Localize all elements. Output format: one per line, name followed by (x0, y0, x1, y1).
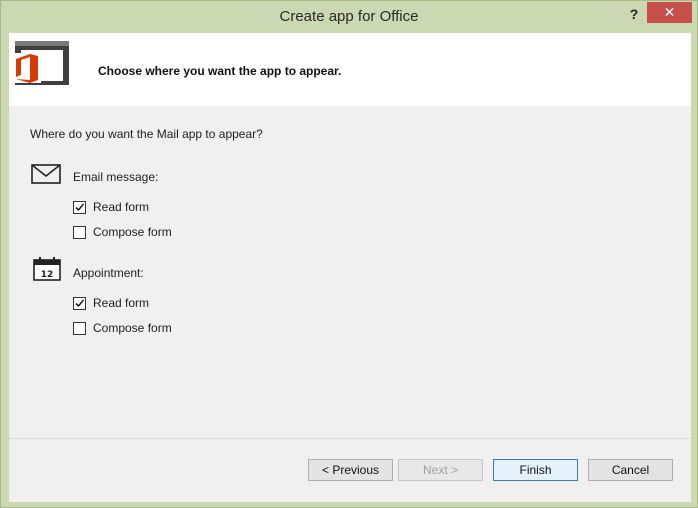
envelope-icon (31, 164, 61, 187)
appointment-read-form-checkbox[interactable]: Read form (73, 295, 149, 311)
checkbox-label: Read form (93, 296, 150, 310)
checkbox-box[interactable] (73, 321, 86, 335)
finish-button[interactable]: Finish (493, 459, 578, 481)
header-instruction: Choose where you want the app to appear. (98, 64, 342, 78)
dialog-body: Choose where you want the app to appear.… (9, 33, 691, 502)
dialog-window: Create app for Office ? ✕ Choose where y… (0, 0, 698, 508)
footer-divider (9, 438, 691, 439)
checkbox-label: Read form (93, 200, 150, 214)
email-message-label: Email message: (73, 170, 159, 184)
email-compose-form-checkbox[interactable]: Compose form (73, 224, 172, 240)
email-read-form-checkbox[interactable]: Read form (73, 199, 149, 215)
calendar-number: 12 (41, 270, 54, 280)
help-button[interactable]: ? (623, 4, 645, 24)
title-bar[interactable]: Create app for Office ? ✕ (1, 1, 697, 33)
calendar-icon: 12 (33, 257, 61, 284)
checkbox-box[interactable] (73, 225, 86, 239)
close-button[interactable]: ✕ (647, 2, 692, 23)
cancel-button[interactable]: Cancel (588, 459, 673, 481)
checkbox-box[interactable] (73, 200, 86, 214)
appointment-compose-form-checkbox[interactable]: Compose form (73, 320, 172, 336)
checkbox-box[interactable] (73, 296, 86, 310)
previous-button[interactable]: < Previous (308, 459, 393, 481)
window-title: Create app for Office (279, 8, 419, 25)
question-label: Where do you want the Mail app to appear… (30, 127, 263, 141)
wizard-header: Choose where you want the app to appear. (9, 33, 691, 106)
checkbox-label: Compose form (93, 225, 172, 239)
next-button[interactable]: Next > (398, 459, 483, 481)
office-logo-icon (13, 41, 71, 89)
checkbox-label: Compose form (93, 321, 172, 335)
appointment-label: Appointment: (73, 266, 144, 280)
